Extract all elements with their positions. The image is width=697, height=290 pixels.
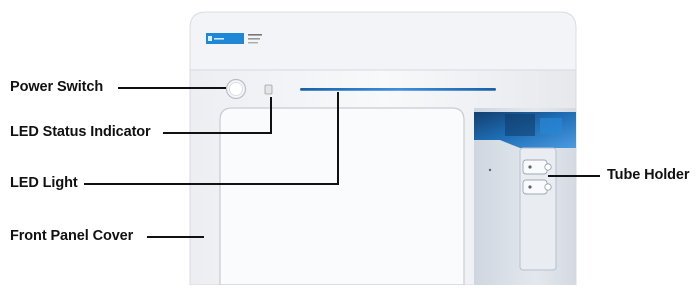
logo-text-line-2 [248, 38, 260, 40]
front-panel-cover [219, 107, 465, 286]
led-status-indicator-label: LED Status Indicator [10, 124, 151, 140]
power-switch-label: Power Switch [10, 79, 104, 95]
tube-screw-lower [528, 185, 532, 189]
internal-detail [505, 114, 535, 136]
tube-slot-upper [522, 159, 548, 175]
tube-slot-lower [522, 179, 548, 195]
tube-cap-upper [544, 163, 552, 171]
compartment-screw [488, 168, 492, 172]
logo-text-line-3 [248, 42, 258, 44]
led-light-strip [300, 88, 496, 91]
logo-wordmark-icon [214, 38, 224, 40]
logo-text-line-1 [248, 34, 262, 36]
led-status-indicator [264, 84, 273, 95]
tube-cap-lower [544, 183, 552, 191]
tube-screw-upper [528, 165, 532, 169]
tube-holder-label: Tube Holder [607, 167, 690, 183]
top-cap [189, 11, 577, 71]
internal-detail-2 [540, 118, 562, 134]
led-light-label: LED Light [10, 175, 78, 191]
logo-mark-icon [208, 36, 212, 41]
front-panel-cover-label: Front Panel Cover [10, 228, 134, 244]
power-switch-inner [229, 82, 243, 96]
instrument-diagram: Power Switch LED Status Indicator LED Li… [0, 0, 697, 286]
